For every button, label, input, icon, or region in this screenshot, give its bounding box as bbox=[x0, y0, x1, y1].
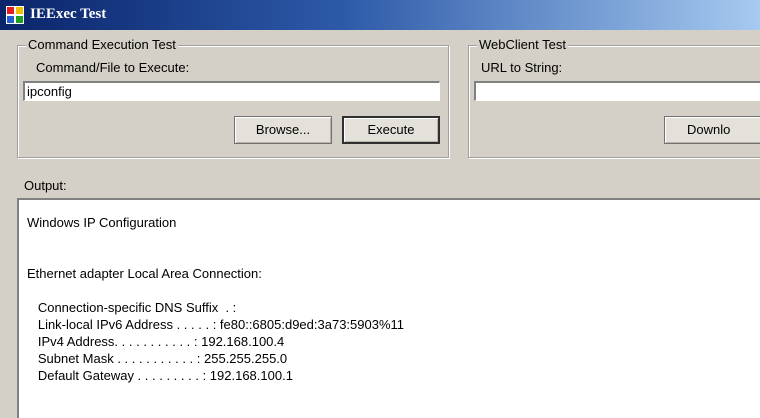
app-icon bbox=[6, 6, 24, 24]
browse-button[interactable]: Browse... bbox=[234, 116, 332, 144]
download-button[interactable]: Downlo bbox=[664, 116, 760, 144]
output-textbox[interactable]: Windows IP Configuration Ethernet adapte… bbox=[17, 198, 760, 418]
output-line: Windows IP Configuration bbox=[27, 215, 177, 230]
output-line: Subnet Mask . . . . . . . . . . . : 255.… bbox=[27, 351, 288, 366]
output-line: Ethernet adapter Local Area Connection: bbox=[27, 266, 262, 281]
title-bar[interactable]: IEExec Test bbox=[0, 0, 760, 30]
output-label: Output: bbox=[24, 178, 67, 193]
command-file-label: Command/File to Execute: bbox=[36, 60, 190, 75]
url-input[interactable] bbox=[474, 81, 760, 101]
command-group-legend: Command Execution Test bbox=[26, 37, 178, 52]
output-line: Link-local IPv6 Address . . . . . : fe80… bbox=[27, 317, 405, 332]
execute-button[interactable]: Execute bbox=[342, 116, 440, 144]
window-title: IEExec Test bbox=[30, 6, 107, 22]
output-line: Default Gateway . . . . . . . . . : 192.… bbox=[27, 368, 293, 383]
command-input[interactable] bbox=[23, 81, 440, 101]
webclient-group-legend: WebClient Test bbox=[477, 37, 568, 52]
output-line: IPv4 Address. . . . . . . . . . . : 192.… bbox=[27, 334, 285, 349]
url-label: URL to String: bbox=[481, 60, 563, 75]
download-button-label: Downlo bbox=[687, 122, 731, 137]
output-line: Connection-specific DNS Suffix . : bbox=[27, 300, 237, 315]
